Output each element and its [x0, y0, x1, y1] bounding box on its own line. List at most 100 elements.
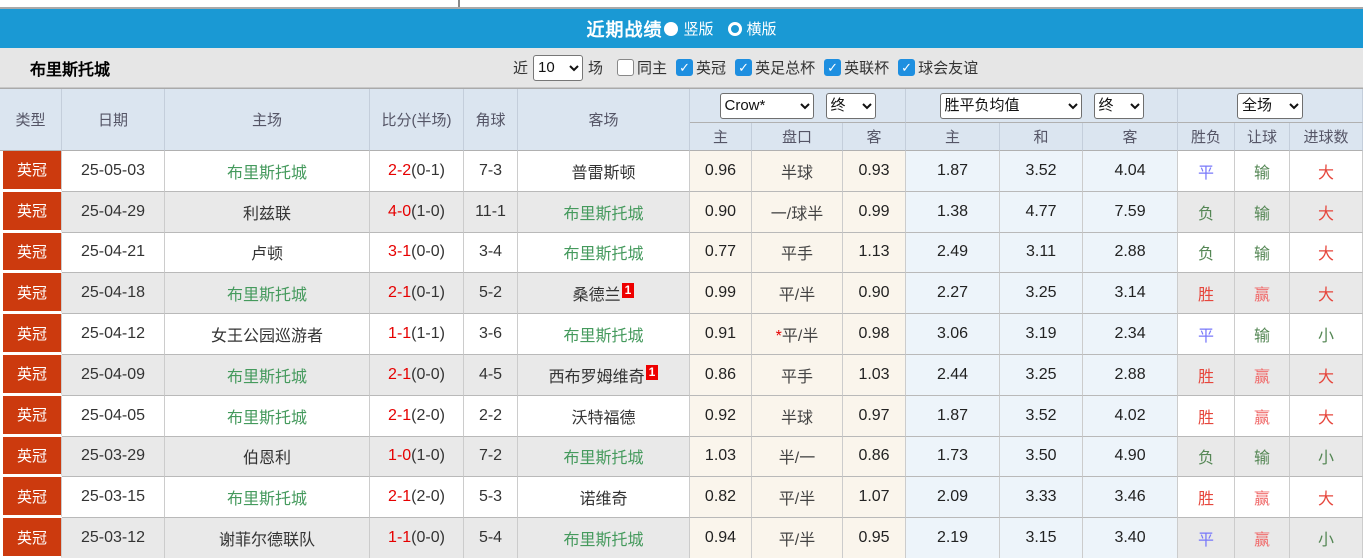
away-team-name[interactable]: 诺维奇	[579, 491, 627, 508]
home-team-name[interactable]: 女王公园巡游者	[211, 328, 323, 345]
away-team-name[interactable]: 布里斯托城	[563, 206, 643, 223]
odds-time-select[interactable]: 终	[825, 92, 876, 119]
home-team-name[interactable]: 卢顿	[251, 246, 283, 263]
avg-time-select[interactable]: 终	[1093, 92, 1144, 119]
score-cell: 1-1(0-0)	[370, 518, 464, 558]
halftime-score: (1-0)	[411, 202, 445, 220]
avg-draw-cell: 3.19	[1000, 314, 1084, 355]
home-team-name[interactable]: 布里斯托城	[227, 491, 307, 508]
league-cell[interactable]: 英冠	[0, 191, 62, 233]
home-team-name[interactable]: 布里斯托城	[227, 410, 307, 427]
away-team-cell: 普雷斯顿	[518, 151, 690, 192]
goals-result-cell: 大	[1290, 477, 1363, 519]
filter-checkbox-4[interactable]: 球会友谊	[898, 57, 978, 78]
league-cell[interactable]: 英冠	[0, 477, 62, 519]
score-cell: 2-1(0-0)	[370, 354, 464, 396]
league-cell[interactable]: 英冠	[0, 518, 62, 558]
date-label: 25-04-21	[80, 243, 146, 261]
avg-away-value: 2.88	[1114, 365, 1146, 383]
col-header-avg-home: 主	[906, 123, 1001, 151]
league-cell[interactable]: 英冠	[0, 151, 62, 192]
league-cell[interactable]: 英冠	[0, 314, 62, 355]
home-team-name[interactable]: 布里斯托城	[227, 287, 307, 304]
home-team-name[interactable]: 谢菲尔德联队	[219, 532, 315, 549]
halftime-score: (0-0)	[411, 365, 445, 383]
date-label: 25-03-12	[80, 529, 146, 547]
odds-home-cell: 0.86	[690, 354, 752, 396]
handicap-line-value: 平/半	[778, 287, 816, 305]
avg-draw-value: 3.25	[1025, 284, 1057, 302]
table-row: 英冠 25-05-03 布里斯托城 2-2(0-1) 7-3 普雷斯顿 0.96 半球 0.93…	[0, 151, 1363, 192]
league-cell[interactable]: 英冠	[0, 354, 62, 396]
home-team-cell: 谢菲尔德联队	[165, 518, 370, 558]
away-team-name[interactable]: 普雷斯顿	[571, 165, 635, 182]
filter-checkbox-2[interactable]: 英足总杯	[735, 57, 815, 78]
home-team-cell: 布里斯托城	[165, 273, 370, 315]
league-label: 英冠	[16, 284, 47, 302]
layout-radio-option-1[interactable]: 横版	[727, 18, 777, 39]
odds-away-value: 0.90	[858, 284, 890, 302]
score-cell: 4-0(1-0)	[370, 191, 464, 233]
away-team-name[interactable]: 沃特福德	[571, 410, 635, 427]
layout-radio-option-0[interactable]: 竖版	[664, 18, 714, 39]
match-count-select[interactable]: 10	[533, 54, 584, 81]
page-title: 近期战绩	[586, 19, 663, 40]
layout-radio-group: 竖版 横版	[662, 18, 777, 39]
fulltime-score: 4-0	[388, 202, 412, 220]
odds-home-cell: 0.91	[690, 314, 752, 355]
avg-away-cell: 2.34	[1083, 314, 1179, 355]
odds-away-cell: 0.93	[843, 151, 907, 192]
league-label: 英冠	[16, 529, 47, 547]
avg-home-value: 2.49	[936, 243, 969, 261]
goals-result-label: 大	[1318, 205, 1335, 223]
odds-home-cell: 0.92	[690, 395, 752, 437]
league-cell[interactable]: 英冠	[0, 395, 62, 437]
goals-result-cell: 大	[1290, 232, 1363, 274]
away-team-name[interactable]: 布里斯托城	[563, 246, 643, 263]
home-team-name[interactable]: 布里斯托城	[227, 165, 307, 182]
avg-home-cell: 1.73	[906, 436, 1001, 478]
avg-source-select[interactable]: 胜平负均值	[939, 92, 1082, 119]
league-cell[interactable]: 英冠	[0, 273, 62, 315]
top-strip	[0, 0, 1363, 9]
away-team-name[interactable]: 布里斯托城	[563, 450, 643, 467]
handicap-result-cell: 输	[1235, 314, 1291, 355]
odds-source-select[interactable]: Crow*	[719, 92, 814, 119]
scope-select[interactable]: 全场	[1237, 92, 1304, 119]
away-team-name[interactable]: 桑德兰	[573, 287, 621, 304]
home-team-name[interactable]: 利兹联	[243, 206, 291, 223]
avg-home-value: 1.73	[936, 447, 969, 465]
home-team-name[interactable]: 伯恩利	[243, 450, 291, 467]
handicap-result-label: 赢	[1254, 368, 1271, 386]
league-cell[interactable]: 英冠	[0, 232, 62, 274]
filter-checkbox-0[interactable]: 同主	[617, 57, 667, 78]
league-label: 英冠	[16, 407, 47, 425]
handicap-line-cell: 平手	[752, 354, 843, 396]
col-header-odds-home: 主	[690, 123, 752, 151]
results-table: 类型 日期 主场 比分(半场) 角球 客场 Crow* 终 胜平负均值 终 全场…	[0, 88, 1363, 558]
handicap-line-cell: 平/半	[752, 477, 843, 519]
odds-away-value: 0.95	[858, 529, 890, 547]
filter-checkbox-3[interactable]: 英联杯	[824, 57, 889, 78]
away-team-name[interactable]: 西布罗姆维奇	[549, 369, 645, 386]
table-row: 英冠 25-04-18 布里斯托城 2-1(0-1) 5-2 桑德兰 1 0.99 平/半 0.9…	[0, 273, 1363, 315]
avg-home-value: 1.87	[936, 161, 969, 179]
date-label: 25-04-05	[80, 406, 146, 424]
filter-checkbox-1[interactable]: 英冠	[676, 57, 726, 78]
avg-home-value: 2.27	[936, 284, 969, 302]
away-team-name[interactable]: 布里斯托城	[563, 532, 643, 549]
odds-home-cell: 0.96	[690, 151, 752, 192]
goals-result-label: 大	[1318, 409, 1335, 427]
league-label: 英冠	[16, 366, 47, 384]
avg-draw-cell: 3.50	[1000, 436, 1084, 478]
avg-away-value: 2.88	[1114, 243, 1146, 261]
handicap-result-label: 输	[1254, 450, 1271, 468]
handicap-line-cell: 平/半	[752, 518, 843, 558]
corners-value: 7-2	[478, 447, 503, 465]
avg-draw-value: 4.77	[1025, 202, 1057, 220]
fulltime-score: 2-1	[388, 406, 412, 424]
away-team-name[interactable]: 布里斯托城	[563, 328, 643, 345]
league-cell[interactable]: 英冠	[0, 436, 62, 478]
home-team-name[interactable]: 布里斯托城	[227, 369, 307, 386]
goals-result-label: 大	[1318, 491, 1335, 509]
